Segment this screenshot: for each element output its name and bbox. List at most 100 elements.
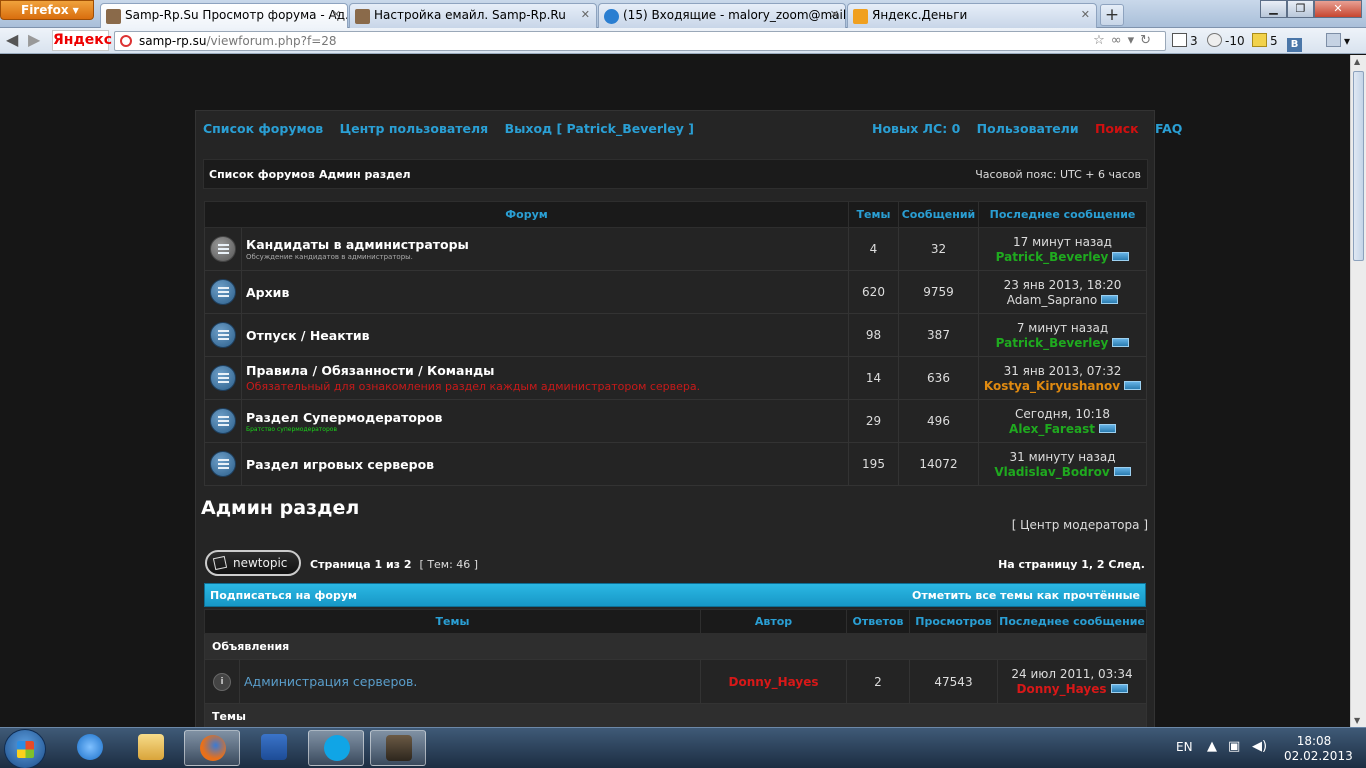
new-tab-button[interactable]: + <box>1100 4 1124 26</box>
taskbar-skype[interactable] <box>308 730 364 766</box>
breadcrumb-current[interactable]: Админ раздел <box>319 168 411 181</box>
taskbar-firefox[interactable] <box>184 730 240 766</box>
tab-mail-inbox[interactable]: (15) Входящие - malory_zoom@mail.... ✕ <box>598 3 846 28</box>
subforum-title[interactable]: Архив <box>246 285 848 300</box>
subforum-row: Раздел игровых серверов 195 14072 31 мин… <box>204 442 1147 486</box>
link-faq[interactable]: FAQ <box>1155 121 1182 136</box>
reload-icon[interactable]: ↻ <box>1140 33 1157 48</box>
last-post-date: Сегодня, 10:18 <box>1015 406 1110 421</box>
view-latest-post-icon[interactable] <box>1112 251 1130 261</box>
notes-counter[interactable]: 5 <box>1252 32 1278 50</box>
taskbar-word[interactable] <box>246 730 302 766</box>
scrollbar-thumb[interactable] <box>1353 71 1364 261</box>
mail-counter[interactable]: 3 <box>1172 32 1198 50</box>
link-new-pm[interactable]: Новых ЛС: 0 <box>872 121 960 136</box>
subforum-title[interactable]: Раздел Супермодераторов <box>246 410 848 425</box>
tab-yandex-money[interactable]: Яндекс.Деньги ✕ <box>847 3 1097 28</box>
system-clock[interactable]: 18:08 02.02.2013 <box>1284 734 1353 764</box>
subforum-last-post: Сегодня, 10:18 Alex_Fareast <box>978 399 1147 443</box>
pagination[interactable]: На страницу 1, 2 След. <box>998 558 1145 571</box>
firefox-menu-button[interactable]: Firefox ▼ <box>0 0 94 20</box>
close-icon[interactable]: ✕ <box>332 8 341 21</box>
link-users[interactable]: Пользователи <box>977 121 1079 136</box>
last-post-user[interactable]: Donny_Hayes <box>1017 682 1107 696</box>
new-topic-button[interactable]: newtopic <box>205 550 301 576</box>
breadcrumb-root[interactable]: Список форумов <box>209 168 315 181</box>
topics-label: Темы <box>204 703 1147 730</box>
link-search[interactable]: Поиск <box>1095 121 1139 136</box>
subforum-posts: 636 <box>898 356 979 400</box>
minimize-button[interactable]: ▁ <box>1260 0 1287 18</box>
show-hidden-icons-icon[interactable]: ▲ <box>1207 739 1217 754</box>
start-button[interactable] <box>4 729 46 768</box>
volume-icon[interactable]: ◀) <box>1252 739 1267 754</box>
taskbar-ie[interactable] <box>62 730 118 766</box>
subforum-icon-cell <box>204 227 242 271</box>
subforum-title[interactable]: Правила / Обязанности / Команды <box>246 363 848 378</box>
subforum-title[interactable]: Кандидаты в администраторы <box>246 237 848 252</box>
close-icon[interactable]: ✕ <box>830 8 839 21</box>
bookmark-star-icon[interactable]: ☆ <box>1093 33 1111 48</box>
mark-read-link[interactable]: Отметить все темы как прочтённые <box>912 589 1140 602</box>
tab-bar: Firefox ▼ Samp-Rp.Su Просмотр форума - Ад… <box>0 0 1366 29</box>
back-arrow-icon[interactable]: ◀ <box>6 31 18 49</box>
bookmarks-button[interactable]: ▾ <box>1326 32 1350 50</box>
last-post-user[interactable]: Alex_Fareast <box>1009 422 1095 436</box>
last-post-user[interactable]: Vladislav_Bodrov <box>994 465 1109 479</box>
url-bar[interactable]: samp-rp.su/viewforum.php?f=28 ☆∞▾↻ <box>114 31 1166 51</box>
scroll-up-icon[interactable]: ▲ <box>1354 57 1360 66</box>
subforum-title[interactable]: Раздел игровых серверов <box>246 457 848 472</box>
timezone-label: Часовой пояс: UTC + 6 часов <box>975 168 1141 181</box>
breadcrumb: Список форумов › Админ раздел Часовой по… <box>203 159 1148 189</box>
subscribe-link[interactable]: Подписаться на форум <box>210 589 357 602</box>
close-icon[interactable]: ✕ <box>581 8 590 21</box>
last-post-user[interactable]: Patrick_Beverley <box>996 250 1109 264</box>
col-last-post: Последнее сообщение <box>978 201 1147 228</box>
tab-email-settings[interactable]: Настройка емайл. Samp-Rp.Ru ✕ <box>349 3 597 28</box>
maximize-button[interactable]: ❐ <box>1287 0 1314 18</box>
subforum-row: Раздел Супермодераторов Братство супермод… <box>204 399 1147 443</box>
scroll-down-icon[interactable]: ▼ <box>1354 716 1360 725</box>
link-user-center[interactable]: Центр пользователя <box>340 121 489 136</box>
subforum-title[interactable]: Отпуск / Неактив <box>246 328 848 343</box>
moderator-center-link[interactable]: [ Центр модератора ] <box>1012 518 1148 532</box>
tab-forum[interactable]: Samp-Rp.Su Просмотр форума - Ад... ✕ <box>100 3 348 29</box>
view-latest-post-icon[interactable] <box>1110 684 1128 693</box>
weather-widget[interactable]: -10 <box>1207 32 1245 50</box>
link-forum-list[interactable]: Список форумов <box>203 121 323 136</box>
view-latest-post-icon[interactable] <box>1124 380 1142 390</box>
vk-button[interactable]: B <box>1287 32 1305 52</box>
announcements-label: Объявления <box>204 633 1147 660</box>
view-latest-post-icon[interactable] <box>1112 337 1130 347</box>
view-latest-post-icon[interactable] <box>1113 466 1131 476</box>
weather-value: -10 <box>1225 34 1245 48</box>
view-latest-post-icon[interactable] <box>1101 294 1119 304</box>
last-post-user[interactable]: Kostya_Kiryushanov <box>984 379 1120 393</box>
last-post-user[interactable]: Adam_Saprano <box>1007 293 1097 307</box>
vertical-scrollbar[interactable]: ▲ ▼ <box>1350 55 1366 727</box>
glasses-icon[interactable]: ∞ <box>1111 33 1128 48</box>
close-window-button[interactable]: ✕ <box>1314 0 1362 18</box>
topic-title[interactable]: Администрация серверов. <box>244 674 417 689</box>
forward-arrow-icon[interactable]: ▶ <box>28 31 40 49</box>
col-forum: Форум <box>204 201 849 228</box>
topic-table: Темы Автор Ответов Просмотров Последнее … <box>204 609 1147 730</box>
last-post-user[interactable]: Patrick_Beverley <box>996 336 1109 350</box>
topic-author[interactable]: Donny_Hayes <box>729 675 819 689</box>
url-bar-icons: ☆∞▾↻ <box>1093 32 1157 50</box>
forum-unread-icon <box>210 279 236 305</box>
close-icon[interactable]: ✕ <box>1081 8 1090 21</box>
site-identity-icon[interactable] <box>120 35 132 47</box>
yandex-logo[interactable]: Яндекс <box>52 30 112 51</box>
last-post-date: 31 минуту назад <box>1009 449 1116 464</box>
language-indicator[interactable]: EN <box>1176 740 1193 754</box>
tab-title: (15) Входящие - malory_zoom@mail.... <box>623 8 846 22</box>
taskbar-explorer[interactable] <box>123 730 179 766</box>
taskbar-samp[interactable] <box>370 730 426 766</box>
link-logout[interactable]: Выход [ Patrick_Beverley ] <box>505 121 694 136</box>
network-icon[interactable]: ▣ <box>1228 739 1240 754</box>
dropdown-icon[interactable]: ▾ <box>1128 33 1141 48</box>
view-latest-post-icon[interactable] <box>1098 423 1116 433</box>
topics-group-row: Темы <box>204 703 1147 730</box>
page-info-text: Страница 1 из 2 <box>310 558 412 571</box>
